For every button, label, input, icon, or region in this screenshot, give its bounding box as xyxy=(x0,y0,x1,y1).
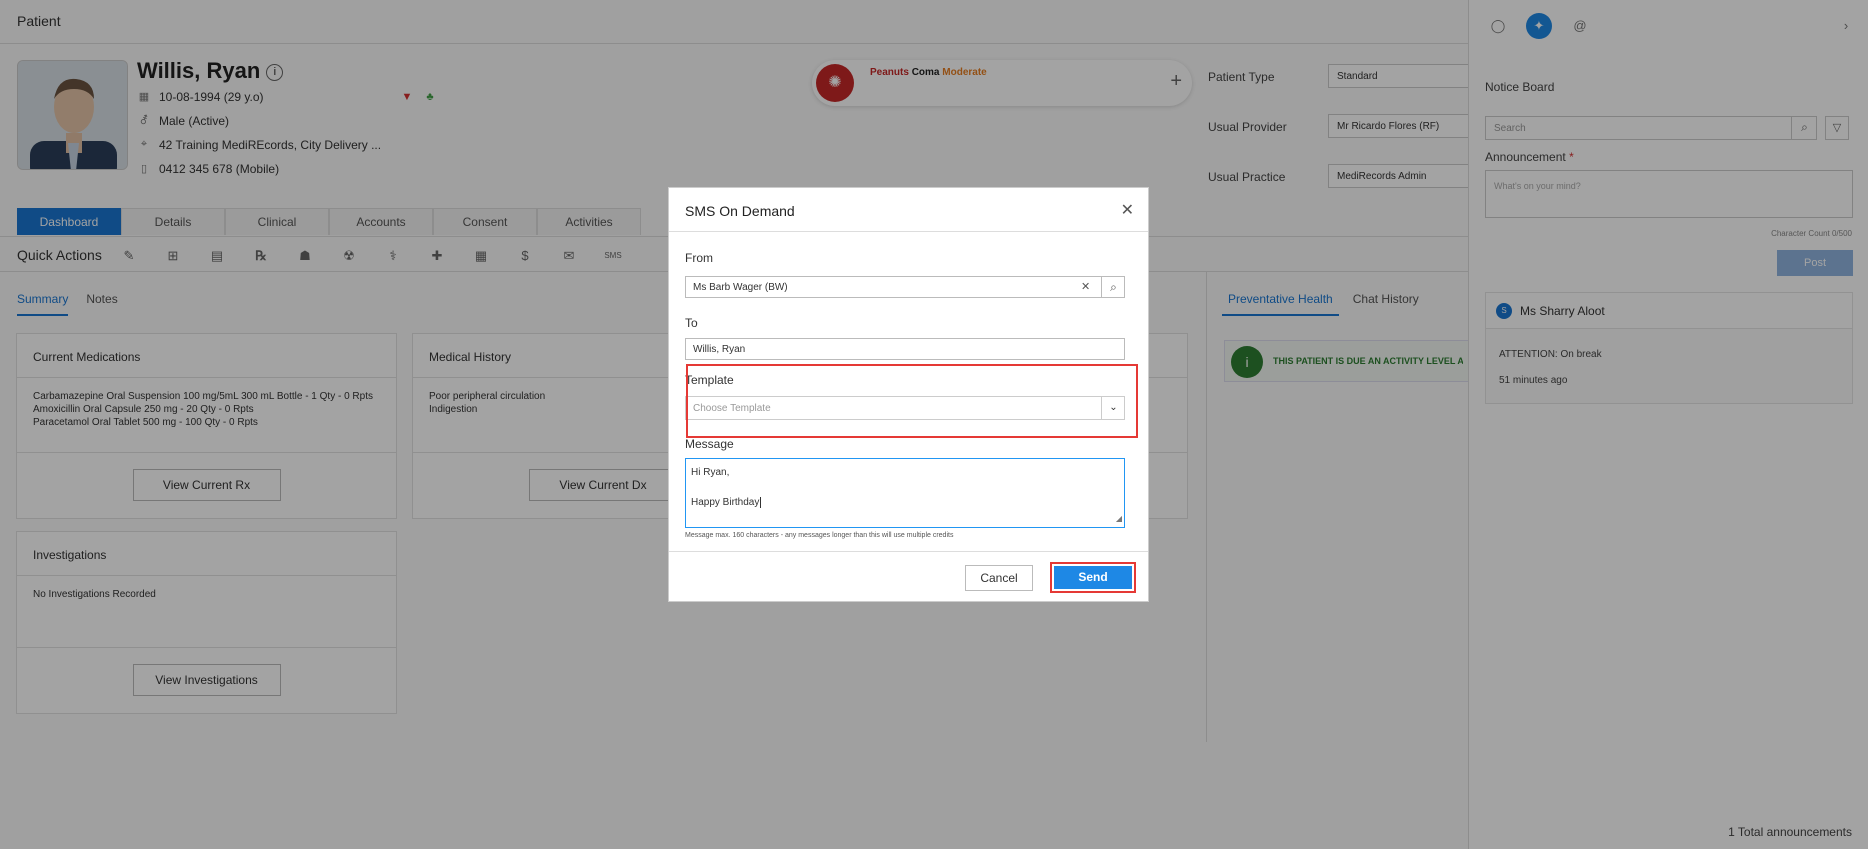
template-highlight xyxy=(686,364,1138,438)
message-line-text: Happy Birthday xyxy=(691,497,760,508)
close-icon[interactable]: ✕ xyxy=(1121,200,1134,220)
to-field[interactable]: Willis, Ryan xyxy=(685,338,1125,360)
message-label: Message xyxy=(685,437,734,451)
message-line: Happy Birthday xyxy=(691,495,1119,510)
message-hint: Message max. 160 characters - any messag… xyxy=(685,532,954,539)
message-textarea[interactable]: Hi Ryan, Happy Birthday ◢ xyxy=(685,458,1125,528)
resize-handle-icon[interactable]: ◢ xyxy=(1116,511,1122,526)
dialog-footer-divider xyxy=(669,551,1148,552)
sms-on-demand-dialog: SMS On Demand ✕ From Ms Barb Wager (BW) … xyxy=(668,187,1149,602)
send-button[interactable]: Send xyxy=(1054,566,1132,589)
to-label: To xyxy=(685,316,698,330)
message-line: Hi Ryan, xyxy=(691,467,730,478)
from-label: From xyxy=(685,251,713,265)
cancel-button[interactable]: Cancel xyxy=(965,565,1033,591)
from-field[interactable]: Ms Barb Wager (BW) xyxy=(685,276,1125,298)
app: Patient Willis, Ryan i ▦ 10-08-1994 (29 … xyxy=(0,0,1868,849)
dialog-title: SMS On Demand xyxy=(685,203,795,219)
clear-icon[interactable]: ✕ xyxy=(1081,280,1090,293)
text-cursor xyxy=(760,497,762,508)
search-icon[interactable]: ⌕ xyxy=(1101,276,1125,298)
